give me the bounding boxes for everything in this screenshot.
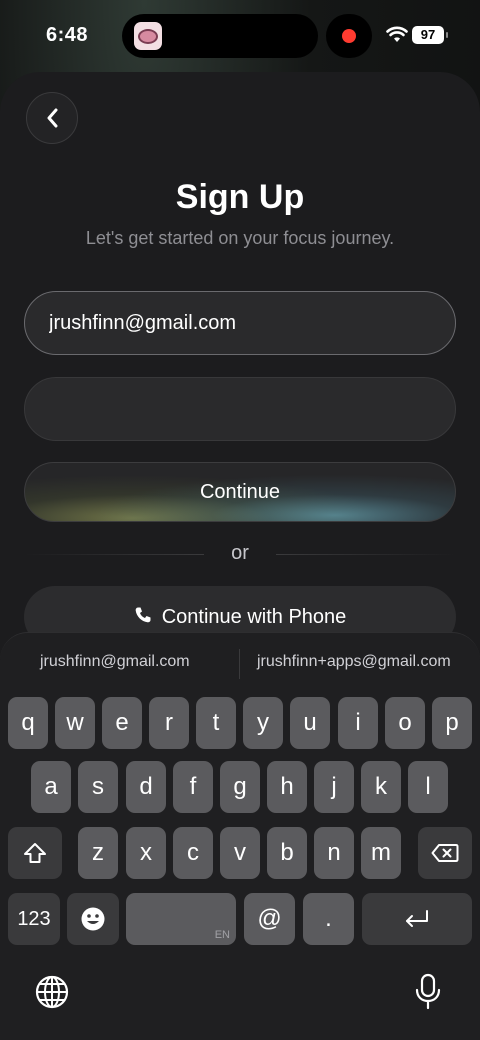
emoji-key[interactable] [67, 893, 119, 945]
shift-icon [24, 843, 46, 863]
suggestion-divider [239, 649, 240, 679]
email-input[interactable] [25, 292, 455, 354]
key-j[interactable]: j [314, 761, 354, 813]
key-t[interactable]: t [196, 697, 236, 749]
key-a[interactable]: a [31, 761, 71, 813]
key-b[interactable]: b [267, 827, 307, 879]
suggestion-bar: jrushfinn@gmail.com jrushfinn+apps@gmail… [0, 633, 480, 691]
period-key[interactable]: . [303, 893, 354, 945]
delete-key[interactable] [418, 827, 472, 879]
divider-line [276, 554, 456, 555]
key-e[interactable]: e [102, 697, 142, 749]
key-r[interactable]: r [149, 697, 189, 749]
key-y[interactable]: y [243, 697, 283, 749]
app-icon[interactable] [134, 22, 162, 50]
screen-recording-indicator[interactable] [326, 14, 372, 58]
keyboard: jrushfinn@gmail.com jrushfinn+apps@gmail… [0, 632, 480, 1040]
delete-icon [431, 844, 459, 862]
or-divider: or [24, 542, 456, 568]
microphone-icon[interactable] [414, 973, 442, 1011]
email-field[interactable] [24, 291, 456, 355]
key-s[interactable]: s [78, 761, 118, 813]
continue-button[interactable]: Continue [24, 462, 456, 522]
back-chevron-icon [47, 108, 58, 128]
key-l[interactable]: l [408, 761, 448, 813]
key-w[interactable]: w [55, 697, 95, 749]
suggestion-item[interactable]: jrushfinn@gmail.com [40, 653, 190, 671]
key-n[interactable]: n [314, 827, 354, 879]
dynamic-island[interactable] [122, 14, 318, 58]
globe-icon[interactable] [35, 975, 69, 1009]
at-key[interactable]: @ [244, 893, 295, 945]
key-i[interactable]: i [338, 697, 378, 749]
password-input[interactable] [25, 378, 455, 440]
phone-button-label: Continue with Phone [161, 606, 347, 628]
space-key[interactable]: EN [126, 893, 236, 945]
battery-indicator: 97 [412, 26, 448, 44]
back-button[interactable] [26, 92, 78, 144]
return-icon [406, 910, 428, 927]
record-dot-icon [342, 29, 356, 43]
key-c[interactable]: c [173, 827, 213, 879]
password-field[interactable] [24, 377, 456, 441]
key-v[interactable]: v [220, 827, 260, 879]
key-d[interactable]: d [126, 761, 166, 813]
space-language-label: EN [214, 929, 230, 941]
shift-key[interactable] [8, 827, 62, 879]
key-g[interactable]: g [220, 761, 260, 813]
key-k[interactable]: k [361, 761, 401, 813]
key-h[interactable]: h [267, 761, 307, 813]
key-f[interactable]: f [173, 761, 213, 813]
key-u[interactable]: u [290, 697, 330, 749]
key-z[interactable]: z [78, 827, 118, 879]
numbers-key[interactable]: 123 [8, 893, 60, 945]
key-x[interactable]: x [126, 827, 166, 879]
key-q[interactable]: q [8, 697, 48, 749]
key-o[interactable]: o [385, 697, 425, 749]
wifi-icon [386, 26, 408, 42]
emoji-icon [81, 907, 105, 931]
phone-icon [135, 607, 151, 623]
page-subtitle: Let's get started on your focus journey. [85, 228, 395, 248]
status-bar: 6:48 97 [0, 0, 480, 72]
return-key[interactable] [362, 893, 472, 945]
status-time: 6:48 [46, 24, 89, 46]
suggestion-item[interactable]: jrushfinn+apps@gmail.com [257, 653, 451, 671]
page-title: Sign Up [175, 178, 305, 216]
key-m[interactable]: m [361, 827, 401, 879]
key-p[interactable]: p [432, 697, 472, 749]
